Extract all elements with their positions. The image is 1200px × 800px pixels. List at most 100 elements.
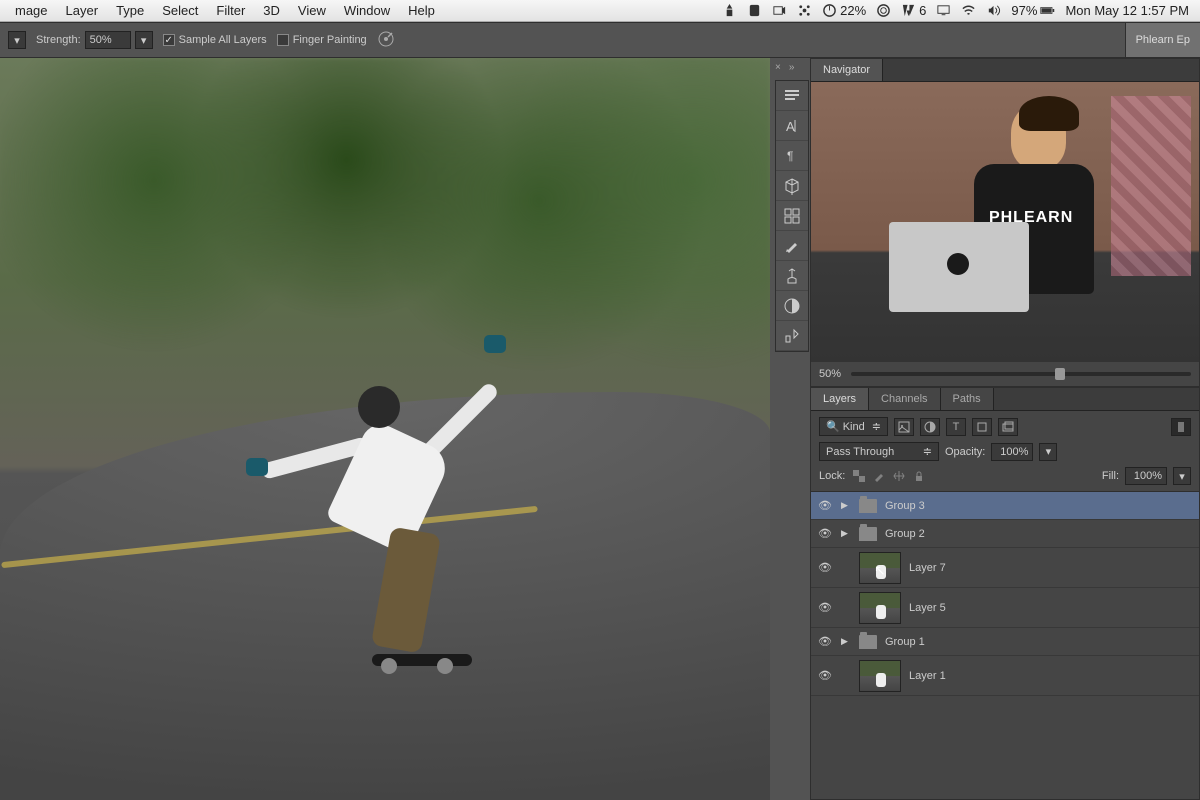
filter-toggle-switch[interactable] xyxy=(1171,418,1191,436)
status-datetime[interactable]: Mon May 12 1:57 PM xyxy=(1060,3,1194,18)
panel-close-icon[interactable]: × xyxy=(775,62,781,73)
character-panel-icon[interactable]: A xyxy=(776,111,808,141)
expand-triangle-icon[interactable]: ▶ xyxy=(841,500,851,511)
filter-adjustment-icon[interactable] xyxy=(920,418,940,436)
status-display-icon[interactable] xyxy=(931,3,956,18)
layer-row-group2[interactable]: 👁 ▶ Group 2 xyxy=(811,520,1199,548)
blend-mode-select[interactable]: Pass Through≑ xyxy=(819,442,939,461)
status-battery[interactable]: 97% xyxy=(1006,3,1060,18)
tool-preset-dropdown[interactable]: ▾ xyxy=(8,31,26,49)
filter-type-icon[interactable]: T xyxy=(946,418,966,436)
opacity-dropdown[interactable]: ▾ xyxy=(1039,443,1057,461)
vertical-tool-strip: A ¶ xyxy=(775,80,809,352)
lock-all-icon[interactable] xyxy=(911,468,927,484)
status-video-icon[interactable] xyxy=(767,3,792,18)
layer-row-layer1[interactable]: 👁 ▶ Layer 1 xyxy=(811,656,1199,696)
expand-triangle-icon[interactable]: ▶ xyxy=(841,528,851,539)
layer-name[interactable]: Group 2 xyxy=(885,528,1193,540)
pressure-icon[interactable] xyxy=(377,30,395,51)
navigator-zoom-value[interactable]: 50% xyxy=(819,368,841,380)
status-wifi-icon[interactable] xyxy=(956,3,981,18)
folder-icon xyxy=(859,635,877,649)
lock-label: Lock: xyxy=(819,470,845,482)
paths-tab[interactable]: Paths xyxy=(941,388,994,410)
layer-name[interactable]: Layer 7 xyxy=(909,562,1193,574)
menu-window[interactable]: Window xyxy=(335,3,399,18)
cursor-icon: ↖ xyxy=(874,562,886,579)
menu-help[interactable]: Help xyxy=(399,3,444,18)
layer-name[interactable]: Group 1 xyxy=(885,636,1193,648)
menu-image[interactable]: mage xyxy=(6,3,57,18)
layer-list: 👁 ▶ Group 3 👁 ▶ Group 2 👁 ▶ ↖ Layer 7 👁 … xyxy=(811,492,1199,799)
layer-name[interactable]: Group 3 xyxy=(885,500,1193,512)
navigator-tab[interactable]: Navigator xyxy=(811,59,883,81)
folder-icon xyxy=(859,499,877,513)
visibility-eye-icon[interactable]: 👁 xyxy=(817,601,833,614)
finger-painting-checkbox[interactable] xyxy=(277,34,289,46)
status-sync-icon[interactable] xyxy=(792,3,817,18)
visibility-eye-icon[interactable]: 👁 xyxy=(817,635,833,648)
filter-shape-icon[interactable] xyxy=(972,418,992,436)
svg-text:¶: ¶ xyxy=(787,149,793,163)
layer-row-group1[interactable]: 👁 ▶ Group 1 xyxy=(811,628,1199,656)
lock-pixels-icon[interactable] xyxy=(871,468,887,484)
layer-name[interactable]: Layer 1 xyxy=(909,670,1193,682)
lock-transparency-icon[interactable] xyxy=(851,468,867,484)
fill-label: Fill: xyxy=(1102,470,1119,482)
navigator-zoom-slider[interactable] xyxy=(851,372,1191,376)
status-evernote-icon[interactable] xyxy=(742,3,767,18)
filter-pixel-icon[interactable] xyxy=(894,418,914,436)
layer-thumbnail[interactable]: ↖ xyxy=(859,552,901,584)
layer-row-layer5[interactable]: 👁 ▶ Layer 5 xyxy=(811,588,1199,628)
brush-panel-icon[interactable] xyxy=(776,231,808,261)
status-apple-icon[interactable] xyxy=(717,3,742,18)
menu-type[interactable]: Type xyxy=(107,3,153,18)
document-tab[interactable]: Phlearn Ep xyxy=(1125,22,1200,58)
visibility-eye-icon[interactable]: 👁 xyxy=(817,561,833,574)
filter-smart-icon[interactable] xyxy=(998,418,1018,436)
adjustments-panel-icon[interactable] xyxy=(776,291,808,321)
strength-input[interactable] xyxy=(85,31,131,49)
menu-view[interactable]: View xyxy=(289,3,335,18)
layer-thumbnail[interactable] xyxy=(859,592,901,624)
menu-layer[interactable]: Layer xyxy=(57,3,108,18)
status-cc-icon[interactable] xyxy=(871,3,896,18)
layer-filter-kind[interactable]: 🔍Kind≑ xyxy=(819,417,888,436)
visibility-eye-icon[interactable]: 👁 xyxy=(817,499,833,512)
lock-position-icon[interactable] xyxy=(891,468,907,484)
styles-panel-icon[interactable] xyxy=(776,321,808,351)
opacity-input[interactable] xyxy=(991,443,1033,461)
layer-row-layer7[interactable]: 👁 ▶ ↖ Layer 7 xyxy=(811,548,1199,588)
strength-dropdown[interactable]: ▾ xyxy=(135,31,153,49)
menu-select[interactable]: Select xyxy=(153,3,207,18)
expand-triangle-icon[interactable]: ▶ xyxy=(841,636,851,647)
sample-all-checkbox[interactable] xyxy=(163,34,175,46)
layer-thumbnail[interactable] xyxy=(859,660,901,692)
layers-tab[interactable]: Layers xyxy=(811,388,869,410)
3d-panel-icon[interactable] xyxy=(776,171,808,201)
status-cpu[interactable]: 22% xyxy=(817,3,871,18)
navigator-panel: Navigator PHLEARN 50% xyxy=(810,58,1200,387)
channels-tab[interactable]: Channels xyxy=(869,388,940,410)
options-bar: ▾ Strength: ▾ Sample All Layers Finger P… xyxy=(0,22,1200,58)
visibility-eye-icon[interactable]: 👁 xyxy=(817,527,833,540)
canvas-area[interactable] xyxy=(0,58,770,800)
glyphs-panel-icon[interactable]: ¶ xyxy=(776,141,808,171)
navigator-preview[interactable]: PHLEARN xyxy=(811,82,1199,362)
panel-controls: × » xyxy=(775,62,794,73)
opacity-label: Opacity: xyxy=(945,446,985,458)
brush-presets-icon[interactable] xyxy=(776,261,808,291)
status-volume-icon[interactable] xyxy=(981,3,1006,18)
layer-row-group3[interactable]: 👁 ▶ Group 3 xyxy=(811,492,1199,520)
paragraph-panel-icon[interactable] xyxy=(776,81,808,111)
fill-input[interactable] xyxy=(1125,467,1167,485)
folder-icon xyxy=(859,527,877,541)
visibility-eye-icon[interactable]: 👁 xyxy=(817,669,833,682)
status-adobe-icon[interactable]: 6 xyxy=(896,3,931,18)
properties-panel-icon[interactable] xyxy=(776,201,808,231)
menu-3d[interactable]: 3D xyxy=(254,3,289,18)
layer-name[interactable]: Layer 5 xyxy=(909,602,1193,614)
fill-dropdown[interactable]: ▾ xyxy=(1173,467,1191,485)
menu-filter[interactable]: Filter xyxy=(207,3,254,18)
panel-expand-icon[interactable]: » xyxy=(789,62,795,73)
